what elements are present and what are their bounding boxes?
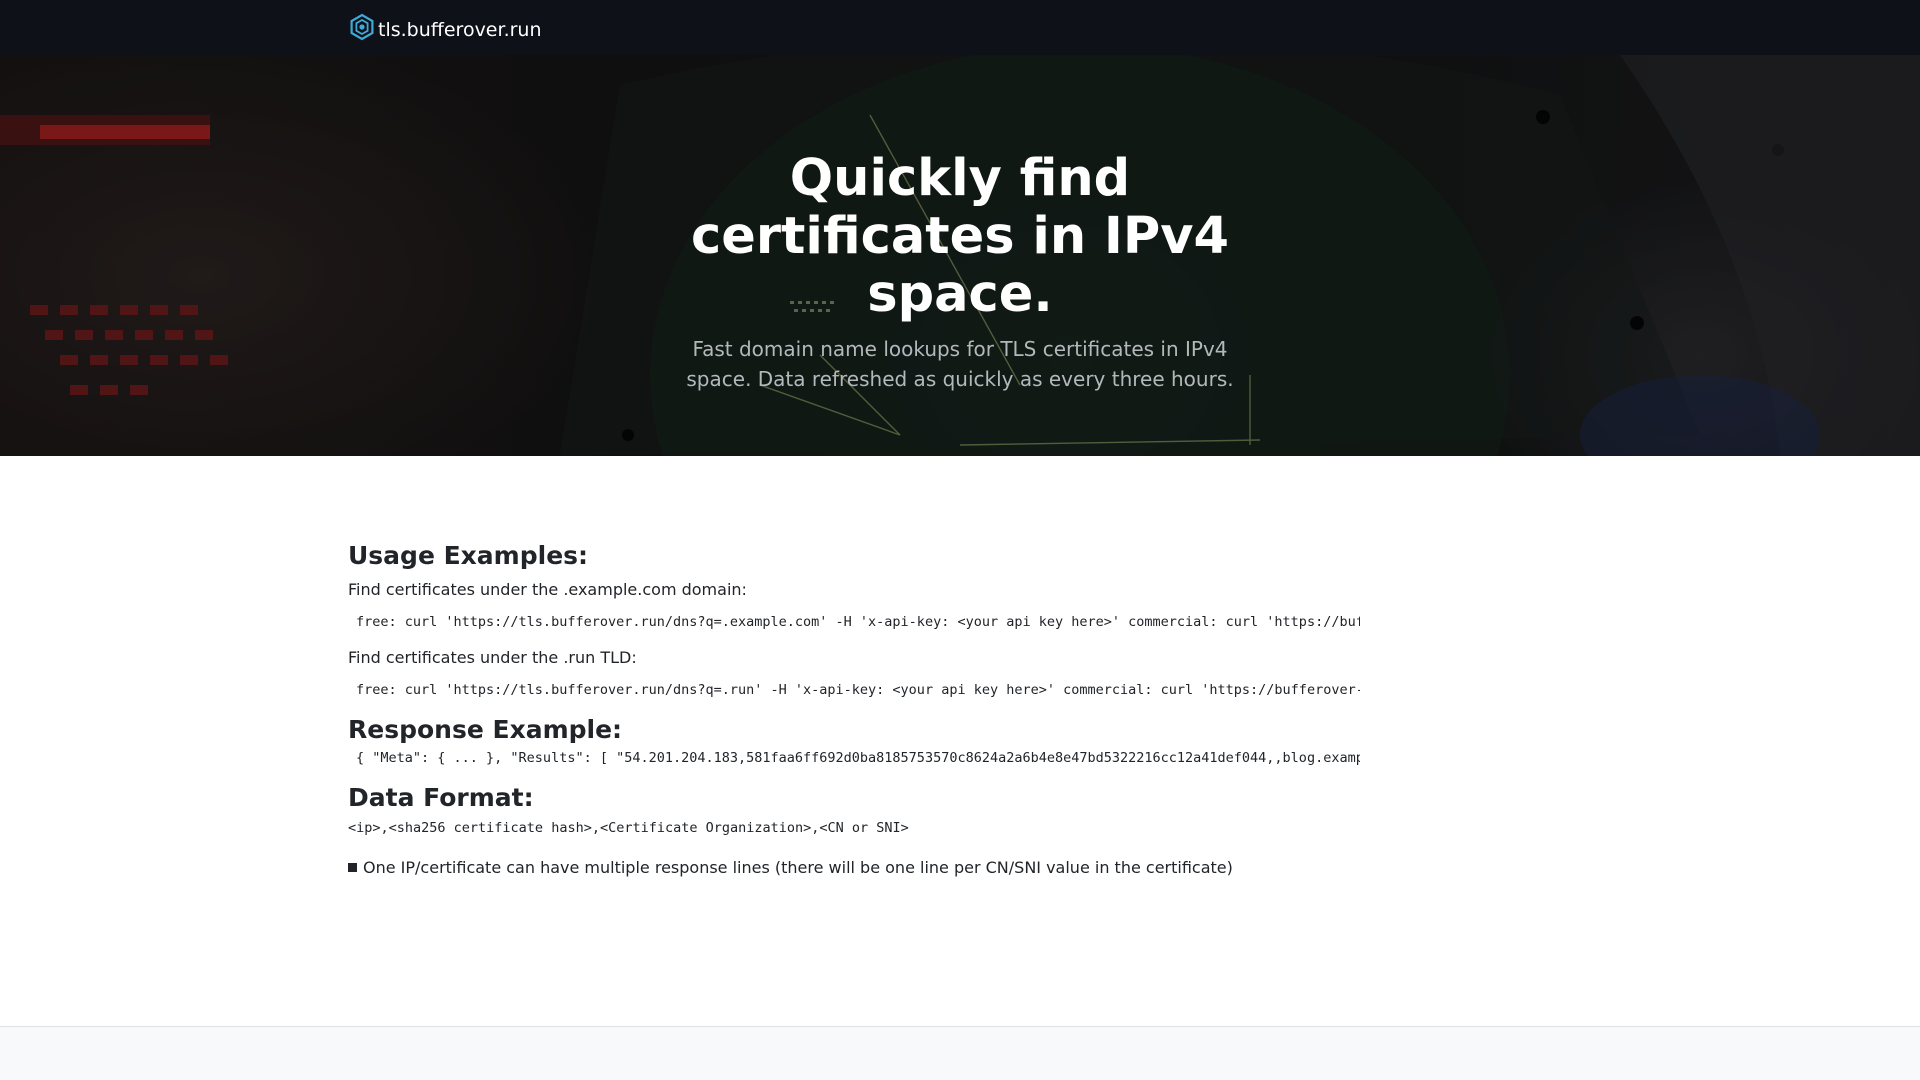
usage-heading: Usage Examples: (348, 541, 589, 570)
hexagon-logo-icon (348, 13, 378, 46)
example2-code[interactable]: free: curl 'https://tls.bufferover.run/d… (348, 680, 1360, 700)
response-heading: Response Example: (348, 715, 623, 744)
format-heading: Data Format: (348, 783, 534, 812)
format-note: One IP/certificate can have multiple res… (348, 856, 1360, 880)
format-note-text: One IP/certificate can have multiple res… (363, 858, 1233, 877)
hero-text: Quickly find certificates in IPv4 space.… (660, 150, 1260, 394)
example1-code[interactable]: free: curl 'https://tls.bufferover.run/d… (348, 612, 1360, 632)
response-code[interactable]: { "Meta": { ... }, "Results": [ "54.201.… (348, 748, 1360, 768)
brand-name: tls.bufferover.run (378, 18, 542, 41)
square-bullet-icon (348, 863, 357, 872)
example1-description: Find certificates under the .example.com… (348, 580, 747, 599)
hero-title: Quickly find certificates in IPv4 space. (691, 149, 1229, 324)
hero-banner: Quickly find certificates in IPv4 space.… (0, 55, 1920, 456)
top-navbar: tls.bufferover.run (0, 0, 1920, 55)
brand-link[interactable]: tls.bufferover.run (348, 13, 542, 46)
example2-description: Find certificates under the .run TLD: (348, 648, 637, 667)
main-content: Usage Examples: Find certificates under … (348, 540, 1360, 880)
hero-lead: Fast domain name lookups for TLS certifi… (686, 337, 1234, 391)
format-code: <ip>,<sha256 certificate hash>,<Certific… (348, 820, 909, 836)
page-footer (0, 1026, 1920, 1080)
